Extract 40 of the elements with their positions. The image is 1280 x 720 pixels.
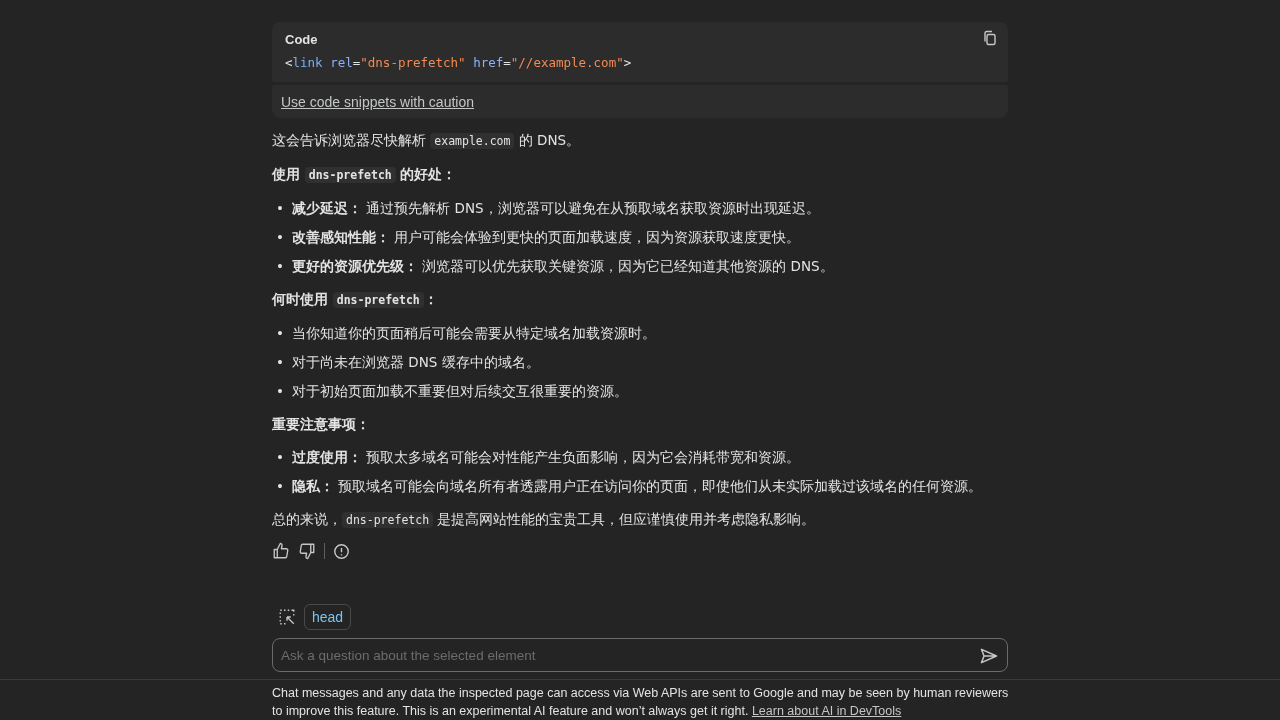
section-heading: 重要注意事项：: [272, 415, 371, 434]
copy-icon: [982, 30, 998, 46]
send-button[interactable]: [979, 646, 999, 666]
question-field[interactable]: Ask a question about the selected element: [272, 638, 1008, 672]
section-heading: 何时使用 dns-prefetch ：: [272, 290, 439, 310]
thumbs-down-button[interactable]: [298, 542, 316, 560]
disclaimer-text: Chat messages and any data the inspected page can access via Web APIs are sent to Google and may be seen by human reviewers to improve this feature. This is an experimental AI feature and won’t always get it right. Learn about AI in DevTools: [272, 685, 1010, 720]
list-item: 改善感知性能： 用户可能会体验到更快的页面加载速度，因为资源获取速度更快。: [291, 228, 801, 247]
bullet: •: [276, 353, 284, 372]
select-element-button[interactable]: [278, 608, 296, 626]
learn-more-link[interactable]: Learn about AI in DevTools: [751, 704, 902, 718]
report-button[interactable]: [333, 542, 350, 560]
list-item: 隐私： 预取域名可能会向域名所有者透露用户正在访问你的页面，即使他们从未实际加载过该域名的任何资源。: [291, 477, 983, 496]
thumbs-up-button[interactable]: [272, 542, 290, 560]
thumbs-down-icon: [298, 542, 316, 560]
bullet: •: [276, 257, 284, 276]
list-item: 对于初始页面加载不重要但对后续交互很重要的资源。: [291, 382, 628, 401]
bullet: •: [276, 199, 284, 218]
paragraph: 这会告诉浏览器尽快解析 example.com 的 DNS。: [272, 131, 582, 151]
list-item: 对于尚未在浏览器 DNS 缓存中的域名。: [291, 353, 540, 372]
bullet: •: [276, 448, 284, 467]
bullet: •: [276, 324, 284, 343]
code-title: Code: [285, 32, 318, 47]
thumbs-up-icon: [272, 542, 290, 560]
bullet: •: [276, 477, 284, 496]
send-icon: [979, 646, 999, 666]
copy-button[interactable]: [982, 30, 998, 46]
list-item: 减少延迟： 通过预先解析 DNS，浏览器可以避免在从预取域名获取资源时出现延迟。: [291, 199, 820, 218]
bullet: •: [276, 228, 284, 247]
context-chip[interactable]: head: [304, 604, 352, 630]
info-icon: [333, 542, 350, 560]
caution-link[interactable]: Use code snippets with caution: [281, 94, 474, 110]
select-element-icon: [278, 608, 296, 626]
bullet: •: [276, 382, 284, 401]
list-item: 当你知道你的页面稍后可能会需要从特定域名加载资源时。: [291, 324, 656, 343]
list-item: 过度使用： 预取太多域名可能会对性能产生负面影响，因为它会消耗带宽和资源。: [291, 448, 801, 467]
code-line: <link rel="dns-prefetch" href="//example.com">: [285, 55, 632, 70]
list-item: 更好的资源优先级： 浏览器可以优先获取关键资源，因为它已经知道其他资源的 DNS。: [291, 257, 834, 276]
paragraph: 总的来说， dns-prefetch 是提高网站性能的宝贵工具，但应谨慎使用并考虑隐私影响。: [272, 510, 817, 530]
section-heading: 使用 dns-prefetch 的好处：: [272, 165, 458, 185]
